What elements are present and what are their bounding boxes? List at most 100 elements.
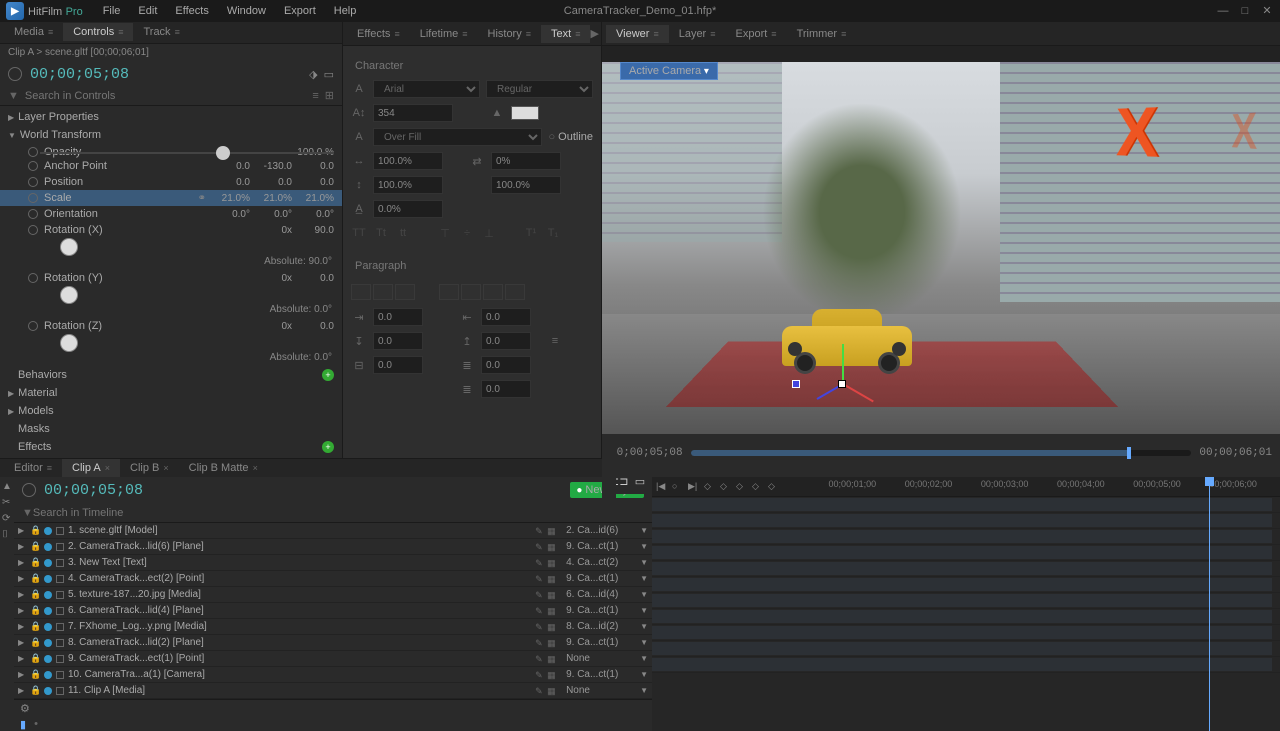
rotation-x-dial[interactable] — [60, 238, 78, 256]
tab-controls[interactable]: Controls ≡ — [63, 23, 133, 41]
solo-box[interactable] — [56, 671, 64, 679]
menu-file[interactable]: File — [95, 3, 129, 19]
timeline-track[interactable] — [652, 513, 1280, 529]
rotation-y-dial[interactable] — [60, 286, 78, 304]
blend-dropdown[interactable]: ▼ — [640, 638, 648, 647]
layer-row[interactable]: ▶🔒11. Clip A [Media]✎▦None▼ — [14, 683, 652, 699]
timeline-track[interactable] — [652, 641, 1280, 657]
kf-diamond[interactable]: ◇ — [704, 481, 716, 493]
clock-icon[interactable] — [22, 483, 36, 497]
lock-icon[interactable]: 🔒 — [30, 669, 40, 680]
font-select[interactable]: Arial — [373, 80, 480, 98]
position-row[interactable]: Position 0.00.00.0 — [0, 174, 342, 190]
screen-icon[interactable]: ▭ — [632, 475, 648, 491]
solo-box[interactable] — [56, 559, 64, 567]
solo-box[interactable] — [56, 575, 64, 583]
solo-box[interactable] — [56, 623, 64, 631]
tab-scroll-right[interactable]: ▶ — [590, 27, 598, 40]
solo-box[interactable] — [56, 687, 64, 695]
timeline-search[interactable] — [33, 507, 644, 519]
panel-icon[interactable]: ▭ — [324, 68, 334, 81]
timeline-track[interactable] — [652, 529, 1280, 545]
visibility-dot[interactable] — [44, 639, 52, 647]
visibility-dot[interactable] — [44, 623, 52, 631]
edit-icon[interactable]: ✎ — [535, 542, 544, 551]
indent-right[interactable] — [481, 308, 531, 326]
edit-icon[interactable]: ✎ — [535, 558, 544, 567]
justify-full[interactable] — [505, 284, 525, 300]
edit-icon[interactable]: ✎ — [535, 670, 544, 679]
tab-clip-b-matte[interactable]: Clip B Matte × — [179, 459, 268, 477]
layer-row[interactable]: ▶🔒5. texture-187...20.jpg [Media]✎▦6. Ca… — [14, 587, 652, 603]
grid-view-icon[interactable]: ⊞ — [325, 89, 334, 102]
clock-icon[interactable] — [8, 67, 22, 81]
keyframe-toggle[interactable] — [28, 273, 38, 283]
layer-row[interactable]: ▶🔒6. CameraTrack...lid(4) [Plane]✎▦9. Ca… — [14, 603, 652, 619]
tab-clip-a[interactable]: Clip A × — [62, 459, 120, 477]
blend-dropdown[interactable]: ▼ — [640, 558, 648, 567]
layer-row[interactable]: ▶🔒2. CameraTrack...lid(6) [Plane]✎▦9. Ca… — [14, 539, 652, 555]
keyframe-icon[interactable]: ⬗ — [309, 68, 317, 81]
tab-clip-b[interactable]: Clip B × — [120, 459, 179, 477]
align-center[interactable] — [373, 284, 393, 300]
material-header[interactable]: ▶Material — [0, 384, 342, 402]
minimize-button[interactable]: — — [1216, 4, 1230, 18]
timeline-ruler[interactable]: |◀ ○ ▶| ◇ ◇◇◇◇ 00;00;01;0000;00;02;0000;… — [652, 477, 1280, 497]
snap-tool[interactable]: ⌷ — [2, 529, 12, 539]
timeline-track[interactable] — [652, 625, 1280, 641]
keyframe-toggle[interactable] — [28, 193, 38, 203]
keyframe-toggle[interactable] — [28, 161, 38, 171]
solo-box[interactable] — [56, 639, 64, 647]
menu-help[interactable]: Help — [326, 3, 365, 19]
fx-icon[interactable]: ▦ — [547, 606, 556, 615]
rotation-x-row[interactable]: Rotation (X) 0x90.0 — [0, 222, 342, 238]
indent-left[interactable] — [373, 308, 423, 326]
baseline-input[interactable] — [373, 200, 443, 218]
lock-icon[interactable]: 🔒 — [30, 605, 40, 616]
zoom-timeline-icon[interactable]: ▮ — [20, 718, 26, 731]
fx-icon[interactable]: ▦ — [547, 638, 556, 647]
tab-effects[interactable]: Effects ≡ — [347, 25, 410, 43]
blend-dropdown[interactable]: ▼ — [640, 654, 648, 663]
fx-icon[interactable]: ▦ — [547, 590, 556, 599]
lock-icon[interactable]: 🔒 — [30, 557, 40, 568]
blend-dropdown[interactable]: ▼ — [640, 542, 648, 551]
hscale-input[interactable] — [373, 152, 443, 170]
blend-dropdown[interactable]: ▼ — [640, 622, 648, 631]
3d-car-model[interactable] — [782, 309, 912, 374]
editor-timecode[interactable]: 00;00;05;08 — [44, 482, 143, 499]
track2-input[interactable] — [491, 176, 561, 194]
edit-icon[interactable]: ✎ — [535, 686, 544, 695]
layer-row[interactable]: ▶🔒7. FXhome_Log...y.png [Media]✎▦8. Ca..… — [14, 619, 652, 635]
visibility-dot[interactable] — [44, 671, 52, 679]
solo-box[interactable] — [56, 591, 64, 599]
rotation-z-dial[interactable] — [60, 334, 78, 352]
vscale-input[interactable] — [373, 176, 443, 194]
layer-row[interactable]: ▶🔒8. CameraTrack...lid(2) [Plane]✎▦9. Ca… — [14, 635, 652, 651]
maximize-button[interactable]: □ — [1238, 4, 1252, 18]
lock-icon[interactable]: 🔒 — [30, 637, 40, 648]
effects-header[interactable]: Effects+ — [0, 438, 342, 456]
timeline-track[interactable] — [652, 593, 1280, 609]
search-input[interactable] — [25, 90, 306, 102]
rotation-y-row[interactable]: Rotation (Y) 0x0.0 — [0, 270, 342, 286]
align-left[interactable] — [351, 284, 371, 300]
blend-dropdown[interactable]: ▼ — [640, 574, 648, 583]
first-indent[interactable] — [373, 356, 423, 374]
fx-icon[interactable]: ▦ — [547, 558, 556, 567]
extra-spacing[interactable] — [481, 380, 531, 398]
edit-icon[interactable]: ✎ — [535, 574, 544, 583]
menu-export[interactable]: Export — [276, 3, 324, 19]
tab-track[interactable]: Track ≡ — [133, 23, 189, 41]
opacity-slider[interactable] — [40, 152, 334, 154]
set-kf[interactable]: ○ — [672, 481, 684, 493]
close-button[interactable]: ✕ — [1260, 4, 1274, 18]
visibility-dot[interactable] — [44, 687, 52, 695]
scrubber[interactable] — [691, 450, 1192, 456]
blend-dropdown[interactable]: ▼ — [640, 606, 648, 615]
justify-right[interactable] — [483, 284, 503, 300]
visibility-dot[interactable] — [44, 591, 52, 599]
visibility-dot[interactable] — [44, 527, 52, 535]
layer-row[interactable]: ▶🔒3. New Text [Text]✎▦4. Ca...ct(2)▼ — [14, 555, 652, 571]
settings-icon[interactable]: ⚙ — [20, 702, 30, 715]
